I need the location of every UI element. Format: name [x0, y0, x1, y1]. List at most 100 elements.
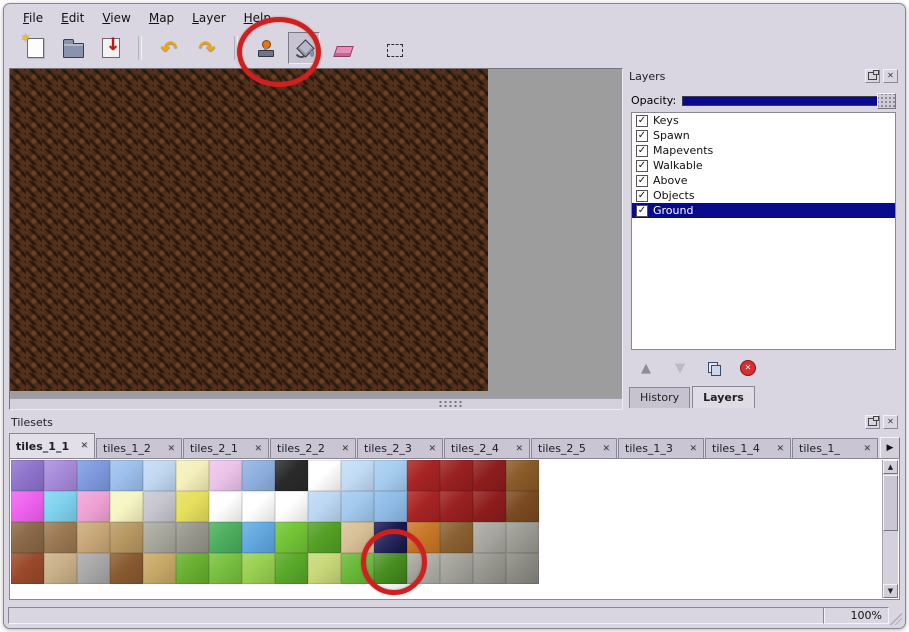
redo-button[interactable]: ↷ [192, 33, 222, 63]
layer-row-objects[interactable]: ✓Objects [632, 188, 895, 203]
tileset-tab-tiles_2_5[interactable]: tiles_2_5✕ [531, 438, 617, 458]
tileset-tile-2-2[interactable] [77, 522, 110, 553]
duplicate-layer-button[interactable] [705, 359, 723, 377]
tab-close-icon[interactable]: ✕ [254, 444, 262, 454]
tileset-tile-1-13[interactable] [440, 491, 473, 522]
tilesets-detach-button[interactable] [865, 415, 880, 429]
tileset-tile-3-0[interactable] [11, 553, 44, 584]
menu-map[interactable]: Map [140, 8, 183, 28]
tileset-tile-0-8[interactable] [275, 460, 308, 491]
layer-row-above[interactable]: ✓Above [632, 173, 895, 188]
tileset-tile-1-5[interactable] [176, 491, 209, 522]
tileset-vertical-scrollbar[interactable]: ▲ ▼ [882, 460, 898, 598]
tileset-tile-1-3[interactable] [110, 491, 143, 522]
tileset-tile-2-1[interactable] [44, 522, 77, 553]
layer-visibility-checkbox[interactable]: ✓ [636, 160, 648, 172]
tileset-tile-1-6[interactable] [209, 491, 242, 522]
layer-visibility-checkbox[interactable]: ✓ [636, 205, 648, 217]
tileset-tile-3-1[interactable] [44, 553, 77, 584]
tileset-tile-1-15[interactable] [506, 491, 539, 522]
tileset-tile-1-14[interactable] [473, 491, 506, 522]
tileset-tile-2-3[interactable] [110, 522, 143, 553]
map-canvas[interactable] [10, 69, 488, 391]
tileset-tab-tiles_2_2[interactable]: tiles_2_2✕ [270, 438, 356, 458]
tileset-tile-0-11[interactable] [374, 460, 407, 491]
tileset-tile-0-3[interactable] [110, 460, 143, 491]
tileset-tile-3-6[interactable] [209, 553, 242, 584]
tab-close-icon[interactable]: ✕ [167, 444, 175, 454]
tileset-tile-1-7[interactable] [242, 491, 275, 522]
tileset-tile-3-2[interactable] [77, 553, 110, 584]
tileset-tile-2-7[interactable] [242, 522, 275, 553]
tileset-tile-3-7[interactable] [242, 553, 275, 584]
tileset-tile-0-1[interactable] [44, 460, 77, 491]
delete-layer-button[interactable]: ✕ [739, 359, 757, 377]
tileset-tile-3-15[interactable] [506, 553, 539, 584]
tileset-tile-0-6[interactable] [209, 460, 242, 491]
tileset-tile-3-5[interactable] [176, 553, 209, 584]
tileset-tile-3-9[interactable] [308, 553, 341, 584]
stamp-tool-button[interactable] [250, 33, 280, 63]
layers-close-button[interactable]: ✕ [883, 69, 898, 83]
tileset-tab-tiles_1_[interactable]: tiles_1_✕ [792, 438, 878, 458]
tileset-tile-3-10[interactable] [341, 553, 374, 584]
tileset-tile-0-7[interactable] [242, 460, 275, 491]
tileset-tile-2-8[interactable] [275, 522, 308, 553]
window-resize-grip[interactable] [890, 613, 902, 625]
tab-close-icon[interactable]: ✕ [80, 441, 88, 451]
tileset-tile-3-13[interactable] [440, 553, 473, 584]
tileset-tile-1-8[interactable] [275, 491, 308, 522]
tileset-tabs-scroll-right-button[interactable]: ▶ [880, 437, 900, 459]
scroll-up-button[interactable]: ▲ [883, 460, 898, 474]
tab-layers[interactable]: Layers [692, 386, 755, 408]
tileset-tile-3-12[interactable] [407, 553, 440, 584]
eraser-tool-button[interactable] [328, 33, 358, 63]
tileset-tab-tiles_1_1[interactable]: tiles_1_1✕ [9, 433, 95, 458]
layer-visibility-checkbox[interactable]: ✓ [636, 130, 648, 142]
tileset-tile-2-12[interactable] [407, 522, 440, 553]
tileset-tab-tiles_2_3[interactable]: tiles_2_3✕ [357, 438, 443, 458]
tileset-tile-2-5[interactable] [176, 522, 209, 553]
tileset-tile-0-10[interactable] [341, 460, 374, 491]
tileset-tile-2-0[interactable] [11, 522, 44, 553]
new-file-button[interactable]: ✶ [20, 33, 50, 63]
map-canvas-area[interactable] [9, 68, 623, 410]
layer-visibility-checkbox[interactable]: ✓ [636, 115, 648, 127]
menu-file[interactable]: File [14, 8, 52, 28]
layer-visibility-checkbox[interactable]: ✓ [636, 145, 648, 157]
opacity-slider-handle[interactable] [877, 93, 896, 109]
move-layer-up-button[interactable]: ▲ [637, 359, 655, 377]
tab-close-icon[interactable]: ✕ [428, 444, 436, 454]
tileset-tile-3-14[interactable] [473, 553, 506, 584]
tileset-tab-tiles_1_2[interactable]: tiles_1_2✕ [96, 438, 182, 458]
fill-tool-button[interactable] [288, 32, 320, 64]
menu-view[interactable]: View [93, 8, 139, 28]
tab-close-icon[interactable]: ✕ [602, 444, 610, 454]
move-layer-down-button[interactable]: ▼ [671, 359, 689, 377]
tileset-tile-0-5[interactable] [176, 460, 209, 491]
tileset-tab-tiles_1_4[interactable]: tiles_1_4✕ [705, 438, 791, 458]
tileset-tile-1-10[interactable] [341, 491, 374, 522]
tileset-tile-2-9[interactable] [308, 522, 341, 553]
tileset-tile-3-3[interactable] [110, 553, 143, 584]
tileset-tile-0-13[interactable] [440, 460, 473, 491]
layer-row-ground[interactable]: ✓Ground [632, 203, 895, 218]
tileset-tile-3-8[interactable] [275, 553, 308, 584]
tileset-tile-3-11[interactable] [374, 553, 407, 584]
undo-button[interactable]: ↶ [154, 33, 184, 63]
layers-detach-button[interactable] [865, 69, 880, 83]
tileset-tile-1-1[interactable] [44, 491, 77, 522]
scroll-down-button[interactable]: ▼ [883, 584, 898, 598]
tileset-tile-2-10[interactable] [341, 522, 374, 553]
tileset-tab-tiles_1_3[interactable]: tiles_1_3✕ [618, 438, 704, 458]
tileset-tile-0-14[interactable] [473, 460, 506, 491]
canvas-horizontal-scrollbar[interactable] [10, 398, 622, 409]
tab-close-icon[interactable]: ✕ [863, 444, 871, 454]
menu-help[interactable]: Help [235, 8, 280, 28]
layer-row-spawn[interactable]: ✓Spawn [632, 128, 895, 143]
tab-close-icon[interactable]: ✕ [776, 444, 784, 454]
tileset-tile-0-9[interactable] [308, 460, 341, 491]
import-button[interactable]: ↓ [96, 33, 126, 63]
layer-row-mapevents[interactable]: ✓Mapevents [632, 143, 895, 158]
scrollbar-grip[interactable] [438, 400, 464, 407]
